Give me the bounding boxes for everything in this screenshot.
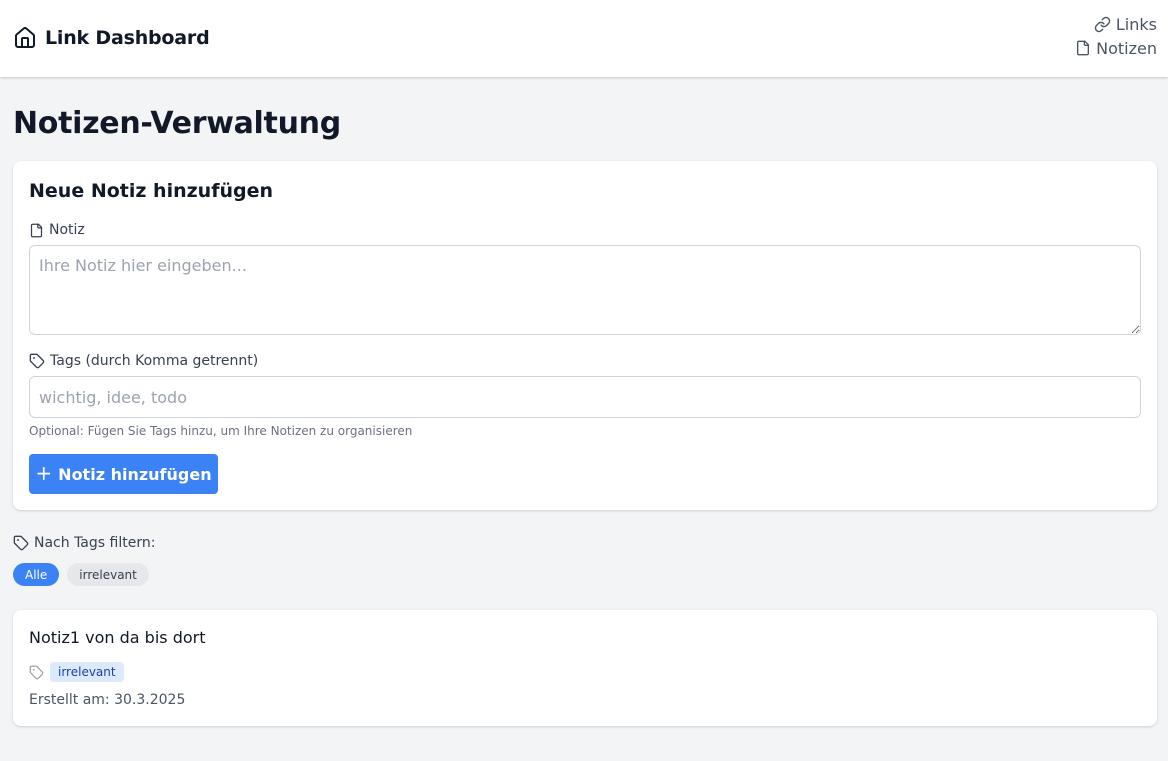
form-title: Neue Notiz hinzufügen bbox=[29, 180, 273, 202]
add-note-button[interactable]: + Notiz hinzufügen bbox=[29, 454, 218, 494]
nav-link-label: Links bbox=[1115, 14, 1157, 34]
note-textarea[interactable] bbox=[29, 245, 1141, 335]
plus-icon: + bbox=[35, 461, 53, 485]
tag-filter-label-text: Nach Tags filtern: bbox=[34, 535, 156, 551]
tags-hint: Optional: Fügen Sie Tags hinzu, um Ihre … bbox=[29, 424, 413, 438]
nav-link-label: Notizen bbox=[1096, 38, 1157, 58]
tag-filter-label: Nach Tags filtern: bbox=[13, 535, 155, 551]
main-nav: Links Notizen bbox=[1075, 13, 1157, 59]
tag-icon bbox=[13, 535, 29, 551]
nav-link-notizen[interactable]: Notizen bbox=[1075, 37, 1157, 59]
top-navbar: Link Dashboard Links Notizen bbox=[0, 0, 1168, 77]
tag-icon bbox=[29, 665, 44, 680]
tag-filter-chips: Alle irrelevant bbox=[13, 563, 149, 586]
tags-input[interactable] bbox=[29, 376, 1141, 418]
file-icon bbox=[29, 223, 44, 238]
brand-link[interactable]: Link Dashboard bbox=[13, 25, 210, 51]
add-note-button-label: Notiz hinzufügen bbox=[58, 464, 212, 484]
file-icon bbox=[1075, 40, 1091, 56]
filter-chip-all[interactable]: Alle bbox=[13, 563, 60, 586]
tags-label-text: Tags (durch Komma getrennt) bbox=[50, 353, 259, 369]
tags-field-label: Tags (durch Komma getrennt) bbox=[29, 353, 258, 369]
home-icon bbox=[13, 26, 37, 50]
note-card: Notiz1 von da bis dort irrelevant Erstel… bbox=[13, 610, 1157, 726]
tag-icon bbox=[29, 353, 45, 369]
add-note-card: Neue Notiz hinzufügen Notiz Tags (durch … bbox=[13, 161, 1157, 510]
filter-chip-irrelevant[interactable]: irrelevant bbox=[67, 563, 149, 586]
note-label-text: Notiz bbox=[49, 222, 85, 238]
note-tag-badge: irrelevant bbox=[50, 662, 124, 682]
nav-link-links[interactable]: Links bbox=[1094, 13, 1157, 35]
note-tags: irrelevant bbox=[29, 662, 124, 682]
note-text: Notiz1 von da bis dort bbox=[29, 628, 206, 647]
page-title: Notizen-Verwaltung bbox=[13, 106, 341, 141]
brand-title: Link Dashboard bbox=[45, 27, 210, 49]
note-created-date: Erstellt am: 30.3.2025 bbox=[29, 692, 186, 708]
note-field-label: Notiz bbox=[29, 222, 85, 238]
link-icon bbox=[1094, 16, 1111, 33]
